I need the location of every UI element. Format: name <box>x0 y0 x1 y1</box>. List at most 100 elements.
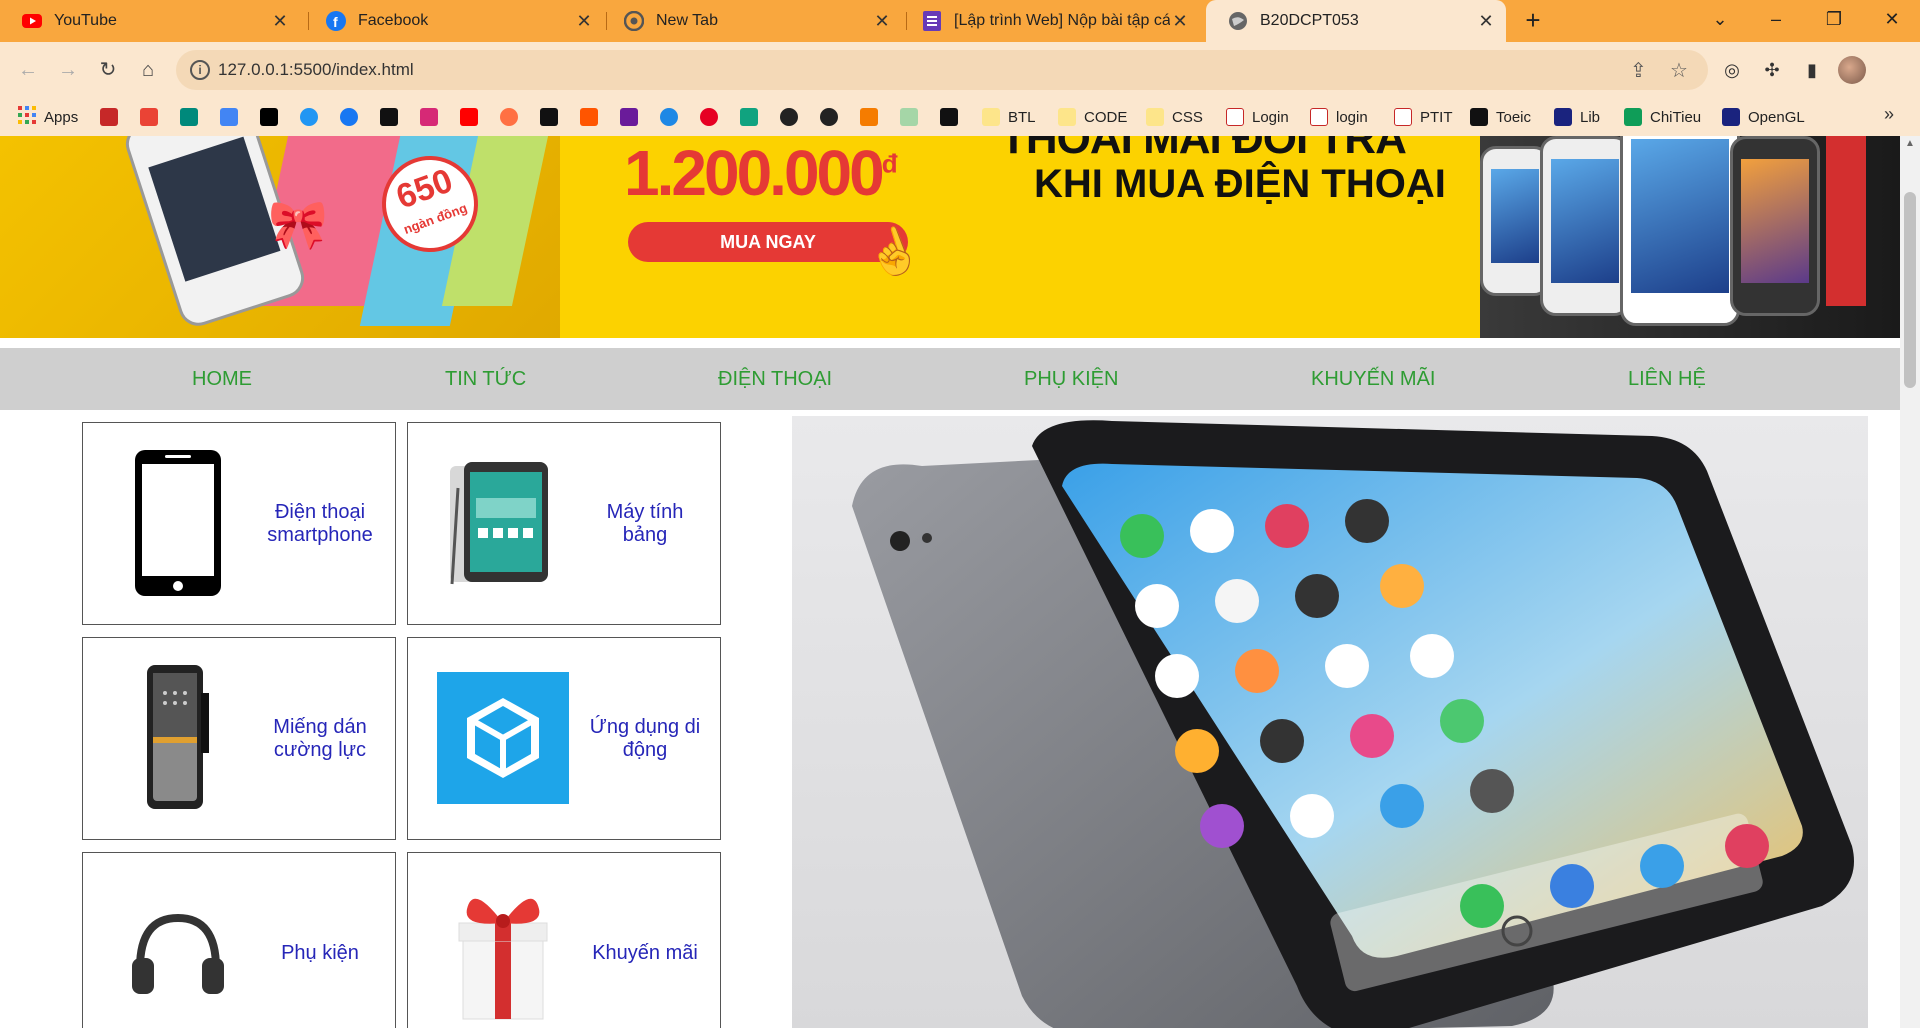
extensions-puzzle-icon[interactable]: ✣ <box>1758 56 1786 84</box>
back-arrow-icon[interactable]: ← <box>12 54 44 86</box>
bookmark-shortcut[interactable] <box>340 104 366 130</box>
profile-avatar[interactable] <box>1838 56 1866 84</box>
tab-strip: YouTube ✕ f Facebook ✕ New Tab ✕ [Lập tr… <box>0 0 1920 42</box>
reload-icon[interactable]: ↻ <box>92 54 124 86</box>
youtube-icon <box>22 11 42 31</box>
bookmark-folder-btl[interactable]: BTL <box>982 104 1036 130</box>
bookmark-shortcut[interactable] <box>420 104 446 130</box>
sheets-icon <box>1624 108 1642 126</box>
forms-icon <box>922 11 942 31</box>
bookmark-login[interactable]: Login <box>1226 104 1289 130</box>
bookmark-shortcut[interactable] <box>100 104 126 130</box>
nav-phu-kien[interactable]: PHỤ KIỆN <box>1024 348 1118 410</box>
meet-icon <box>180 108 198 126</box>
hero-phone-image[interactable] <box>792 416 1868 1028</box>
bookmark-shortcut[interactable] <box>900 104 926 130</box>
forward-arrow-icon[interactable]: → <box>52 54 84 86</box>
bookmark-label: Login <box>1252 108 1289 126</box>
headphones-icon <box>103 873 253 1028</box>
flower-icon <box>100 108 118 126</box>
scroll-up-arrow-icon[interactable]: ▲ <box>1905 138 1915 149</box>
close-tab-icon[interactable]: ✕ <box>1170 11 1190 32</box>
home-icon[interactable]: ⌂ <box>132 54 164 86</box>
tab-youtube[interactable]: YouTube ✕ <box>0 0 300 42</box>
bookmark-shortcut[interactable] <box>540 104 566 130</box>
bookmark-apps[interactable]: Apps <box>18 104 78 130</box>
bookmark-shortcut[interactable] <box>940 104 966 130</box>
bookmark-shortcut[interactable] <box>460 104 486 130</box>
bookmark-shortcut[interactable] <box>260 104 286 130</box>
close-tab-icon[interactable]: ✕ <box>270 11 290 32</box>
bookmark-shortcut[interactable] <box>820 104 846 130</box>
category-tablet[interactable]: Máy tính bảng <box>407 422 721 625</box>
bookmark-opengl[interactable]: OpenGL <box>1722 104 1805 130</box>
bookmark-shortcut[interactable] <box>660 104 686 130</box>
bookmark-shortcut[interactable] <box>860 104 886 130</box>
close-window-icon[interactable]: ✕ <box>1864 0 1920 40</box>
bookmark-shortcut[interactable] <box>740 104 766 130</box>
bookmark-shortcut[interactable] <box>620 104 646 130</box>
category-mobile-apps[interactable]: Ứng dụng di động <box>407 637 721 840</box>
bookmark-shortcut[interactable] <box>580 104 606 130</box>
apps-grid-icon <box>18 106 36 128</box>
minimize-icon[interactable]: – <box>1748 0 1804 40</box>
bookmark-shortcut[interactable] <box>140 104 166 130</box>
nav-dien-thoai[interactable]: ĐIỆN THOẠI <box>718 348 832 410</box>
nav-lien-he[interactable]: LIÊN HỆ <box>1628 348 1706 410</box>
zalo-icon <box>300 108 318 126</box>
tab-active-page[interactable]: B20DCPT053 ✕ <box>1206 0 1506 42</box>
extension-compass-icon[interactable]: ◎ <box>1718 56 1746 84</box>
bookmark-shortcut[interactable] <box>500 104 526 130</box>
bookmark-toeic[interactable]: Toeic <box>1470 104 1531 130</box>
bookmark-chitieu[interactable]: ChiTieu <box>1624 104 1701 130</box>
close-tab-icon[interactable]: ✕ <box>1476 11 1496 32</box>
close-tab-icon[interactable]: ✕ <box>574 11 594 32</box>
bookmark-shortcut[interactable] <box>780 104 806 130</box>
address-bar[interactable]: i 127.0.0.1:5500/index.html ⇪ ☆ <box>176 50 1708 90</box>
app-cube-icon <box>428 658 578 818</box>
side-panel-icon[interactable]: ▮ <box>1798 56 1826 84</box>
tab-facebook[interactable]: f Facebook ✕ <box>304 0 604 42</box>
tab-search-chevron-icon[interactable]: ⌄ <box>1692 0 1748 40</box>
bookmark-label: Apps <box>44 108 79 126</box>
site-info-icon[interactable]: i <box>190 60 210 80</box>
translate-icon <box>220 108 238 126</box>
bookmark-shortcut[interactable] <box>300 104 326 130</box>
bookmark-star-icon[interactable]: ☆ <box>1670 58 1688 83</box>
category-smartphone[interactable]: Điện thoại smartphone <box>82 422 396 625</box>
bookmark-login-2[interactable]: login <box>1310 104 1368 130</box>
bookmark-lib[interactable]: Lib <box>1554 104 1600 130</box>
bookmark-label: Lib <box>1580 108 1601 126</box>
nav-home[interactable]: HOME <box>192 348 252 410</box>
tab-new-tab[interactable]: New Tab ✕ <box>602 0 902 42</box>
bookmark-shortcut[interactable] <box>180 104 206 130</box>
scrollbar-thumb[interactable] <box>1904 192 1916 388</box>
bookmark-shortcut[interactable] <box>700 104 726 130</box>
s4-logo-icon <box>1470 108 1488 126</box>
new-tab-button[interactable]: + <box>1518 6 1548 36</box>
more-bookmarks-chevron-icon[interactable]: » <box>1884 104 1894 125</box>
category-promotions[interactable]: Khuyến mãi <box>407 852 721 1028</box>
restore-icon[interactable]: ❐ <box>1806 0 1862 40</box>
page-scrollbar[interactable]: ▲ <box>1900 136 1920 1028</box>
tab-forms[interactable]: [Lập trình Web] Nộp bài tập cá nhân ✕ <box>900 0 1200 42</box>
category-label: Phụ kiện <box>281 942 359 964</box>
category-label: Khuyến mãi <box>592 942 698 964</box>
bookmark-shortcut[interactable] <box>380 104 406 130</box>
bookmark-folder-code[interactable]: CODE <box>1058 104 1127 130</box>
nav-tin-tuc[interactable]: TIN TỨC <box>445 348 526 410</box>
tab-title: B20DCPT053 <box>1260 12 1359 29</box>
colorful-circle-icon <box>500 108 518 126</box>
bookmark-folder-css[interactable]: CSS <box>1146 104 1203 130</box>
category-accessories[interactable]: Phụ kiện <box>82 852 396 1028</box>
nav-khuyen-mai[interactable]: KHUYẾN MÃI <box>1311 348 1435 410</box>
bookmark-shortcut[interactable] <box>220 104 246 130</box>
category-screen-protector[interactable]: Miếng dán cường lực <box>82 637 396 840</box>
bookmark-ptit[interactable]: PTIT <box>1394 104 1453 130</box>
tab-title: YouTube <box>54 12 117 29</box>
close-tab-icon[interactable]: ✕ <box>872 11 892 32</box>
category-label: Ứng dụng di động <box>589 715 701 761</box>
share-icon[interactable]: ⇪ <box>1630 58 1647 83</box>
facebook-icon: f <box>326 11 346 31</box>
promo-banner[interactable]: 🎀 650 ngàn đồng 1.200.000đ MUA NGAY ☝ TH… <box>0 136 1900 338</box>
